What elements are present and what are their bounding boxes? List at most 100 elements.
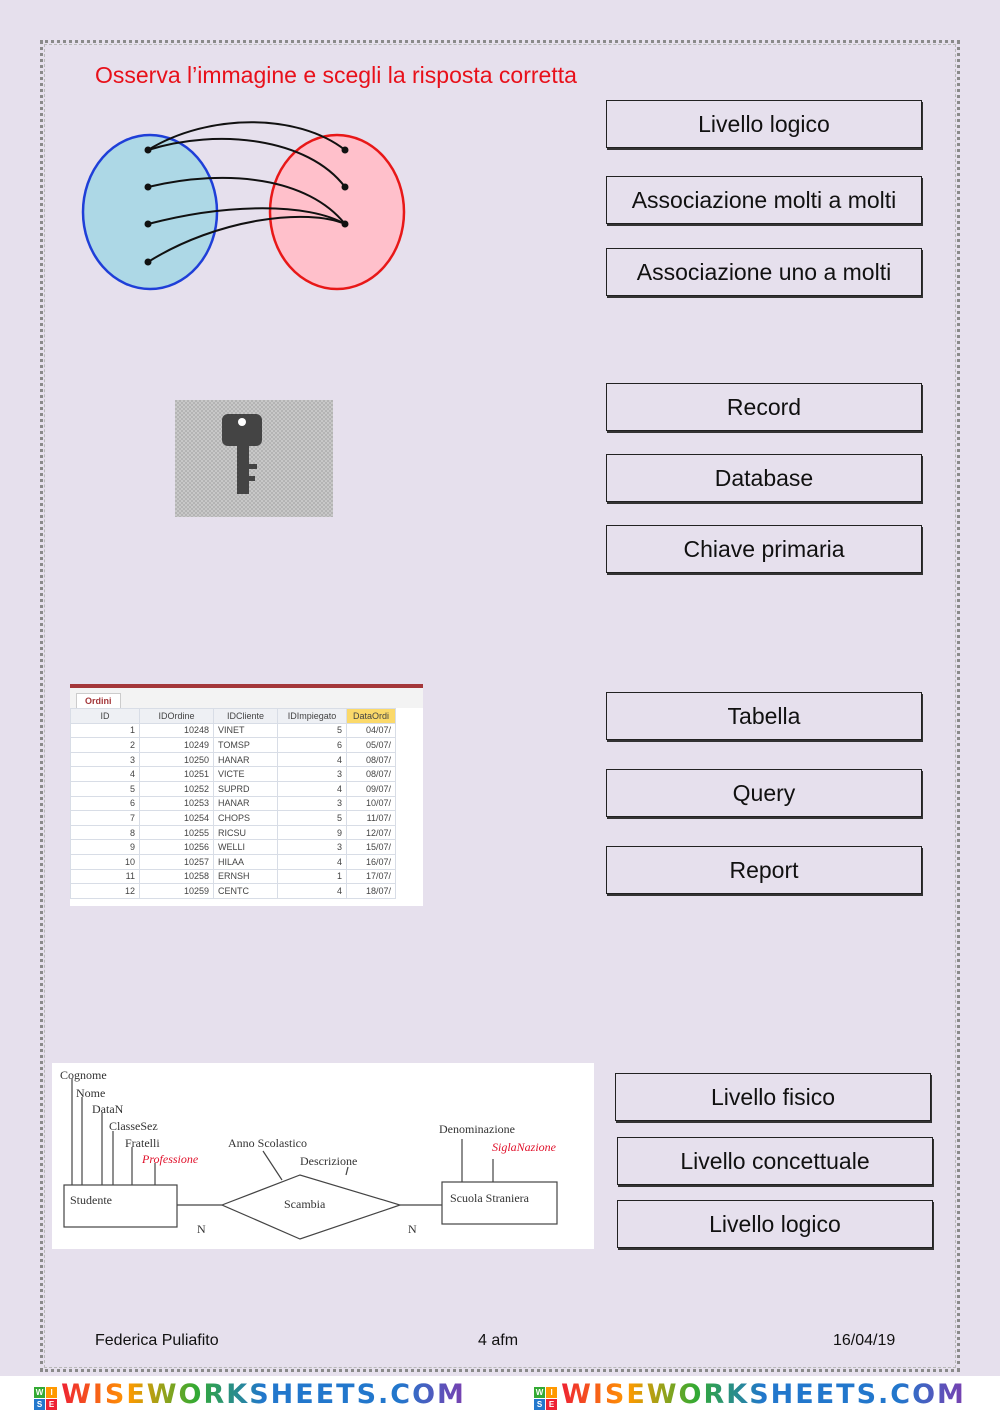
table-cell: 18/07/ — [346, 883, 396, 899]
table-cell: 4 — [277, 883, 347, 899]
table-cell: 08/07/ — [346, 751, 396, 768]
banner-logo-1: W I S E WISEWORKSHEETS.COM — [34, 1378, 466, 1411]
table-cell: 5 — [277, 722, 347, 739]
er-diagram-image: Cognome Nome DataN ClasseSez Fratelli Pr… — [52, 1063, 594, 1249]
table-cell: 09/07/ — [346, 780, 396, 797]
answer-option[interactable]: Livello fisico — [615, 1073, 931, 1121]
table-cell: 10249 — [139, 737, 214, 753]
er-cardinality-1: N — [197, 1222, 206, 1236]
footer-class: 4 afm — [478, 1332, 519, 1349]
table-row: 12 10259 CENTC 4 18/07/ — [70, 883, 396, 899]
answer-option[interactable]: Database — [606, 454, 922, 502]
table-cell: 5 — [70, 780, 140, 797]
table-cell: 11 — [70, 868, 140, 885]
table-cell: 17/07/ — [346, 868, 396, 885]
wise-logo-icon: WISE — [34, 1387, 58, 1411]
table-cell: VICTE — [213, 766, 278, 782]
table-row: 7 10254 CHOPS 5 11/07/ — [70, 810, 396, 826]
table-row: 10 10257 HILAA 4 16/07/ — [70, 853, 396, 870]
table-cell: 9 — [277, 824, 347, 841]
table-cell: SUPRD — [213, 780, 278, 797]
table-cell: 10257 — [139, 853, 214, 870]
answer-option[interactable]: Chiave primaria — [606, 525, 922, 573]
table-cell: 3 — [277, 839, 347, 855]
answer-option[interactable]: Query — [606, 769, 922, 817]
table-cell: CENTC — [213, 883, 278, 899]
er-attr-denominazione: Denominazione — [439, 1122, 515, 1136]
column-header: IDOrdine — [139, 708, 214, 724]
er-attr-fratelli: Fratelli — [125, 1136, 160, 1150]
table-cell: 04/07/ — [346, 722, 396, 739]
table-cell: 10 — [70, 853, 140, 870]
table-cell: 10251 — [139, 766, 214, 782]
table-row: 2 10249 TOMSP 6 05/07/ — [70, 737, 396, 753]
er-relation-scambia: Scambia — [284, 1197, 326, 1211]
answer-option[interactable]: Livello logico — [617, 1200, 933, 1248]
er-attr-classesez: ClasseSez — [109, 1119, 158, 1133]
answer-option[interactable]: Tabella — [606, 692, 922, 740]
table-row: 4 10251 VICTE 3 08/07/ — [70, 766, 396, 782]
table-cell: ERNSH — [213, 868, 278, 885]
table-cell: VINET — [213, 722, 278, 739]
table-cell: HANAR — [213, 751, 278, 768]
table-cell: 10248 — [139, 722, 214, 739]
table-cell: WELLI — [213, 839, 278, 855]
er-entity-studente: Studente — [70, 1193, 112, 1207]
table-cell: 10256 — [139, 839, 214, 855]
table-cell: 3 — [277, 795, 347, 812]
er-attr-datan: DataN — [92, 1102, 124, 1116]
table-cell: 4 — [277, 780, 347, 797]
table-cell: 5 — [277, 810, 347, 826]
table-cell: 10254 — [139, 810, 214, 826]
table-cell: 12/07/ — [346, 824, 396, 841]
er-entity-scuola: Scuola Straniera — [450, 1191, 530, 1205]
table-row: 9 10256 WELLI 3 15/07/ — [70, 839, 396, 855]
table-row: 5 10252 SUPRD 4 09/07/ — [70, 780, 396, 797]
answer-option[interactable]: Associazione uno a molti — [606, 248, 922, 296]
wiseworksheets-banner: W I S E WISEWORKSHEETS.COM W I S E WISEWORKSHEET… — [0, 1376, 1000, 1413]
banner-logo-2: W I S E WISEWORKSHEETS.COM — [534, 1378, 966, 1411]
table-cell: 1 — [277, 868, 347, 885]
er-attr-descrizione: Descrizione — [300, 1154, 357, 1168]
table-cell: 3 — [70, 751, 140, 768]
key-icon — [175, 400, 333, 517]
table-cell: CHOPS — [213, 810, 278, 826]
table-cell: 2 — [70, 737, 140, 753]
er-attr-cognome: Cognome — [60, 1068, 107, 1082]
table-cell: 1 — [70, 722, 140, 739]
column-header: IDCliente — [213, 708, 278, 724]
table-cell: 10258 — [139, 868, 214, 885]
table-cell: 12 — [70, 883, 140, 899]
table-cell: HILAA — [213, 853, 278, 870]
table-cell: 10252 — [139, 780, 214, 797]
table-cell: 4 — [277, 853, 347, 870]
table-cell: 4 — [70, 766, 140, 782]
er-cardinality-2: N — [408, 1222, 417, 1236]
table-cell: 08/07/ — [346, 766, 396, 782]
column-header: ID — [70, 708, 140, 724]
er-attr-siglanazione: SiglaNazione — [492, 1140, 557, 1154]
table-cell: 9 — [70, 839, 140, 855]
table-row: 8 10255 RICSU 9 12/07/ — [70, 824, 396, 841]
answer-option[interactable]: Livello concettuale — [617, 1137, 933, 1185]
answer-option[interactable]: Report — [606, 846, 922, 894]
er-attr-nome: Nome — [76, 1086, 105, 1100]
set-a — [81, 133, 219, 291]
table-cell: 8 — [70, 824, 140, 841]
er-attr-professione: Professione — [141, 1152, 199, 1166]
set-b — [268, 133, 406, 291]
table-cell: 11/07/ — [346, 810, 396, 826]
answer-option[interactable]: Record — [606, 383, 922, 431]
table-cell: 10255 — [139, 824, 214, 841]
table-row: 11 10258 ERNSH 1 17/07/ — [70, 868, 396, 885]
table-row: 6 10253 HANAR 3 10/07/ — [70, 795, 396, 812]
instruction-title: Osserva l’immagine e scegli la risposta … — [95, 62, 577, 88]
table-cell: 15/07/ — [346, 839, 396, 855]
table-cell: HANAR — [213, 795, 278, 812]
table-cell: 10253 — [139, 795, 214, 812]
answer-option[interactable]: Associazione molti a molti — [606, 176, 922, 224]
answer-option[interactable]: Livello logico — [606, 100, 922, 148]
wise-logo-icon: WISE — [534, 1387, 558, 1411]
column-header: DataOrdi — [346, 708, 396, 724]
er-attr-anno: Anno Scolastico — [228, 1136, 307, 1150]
